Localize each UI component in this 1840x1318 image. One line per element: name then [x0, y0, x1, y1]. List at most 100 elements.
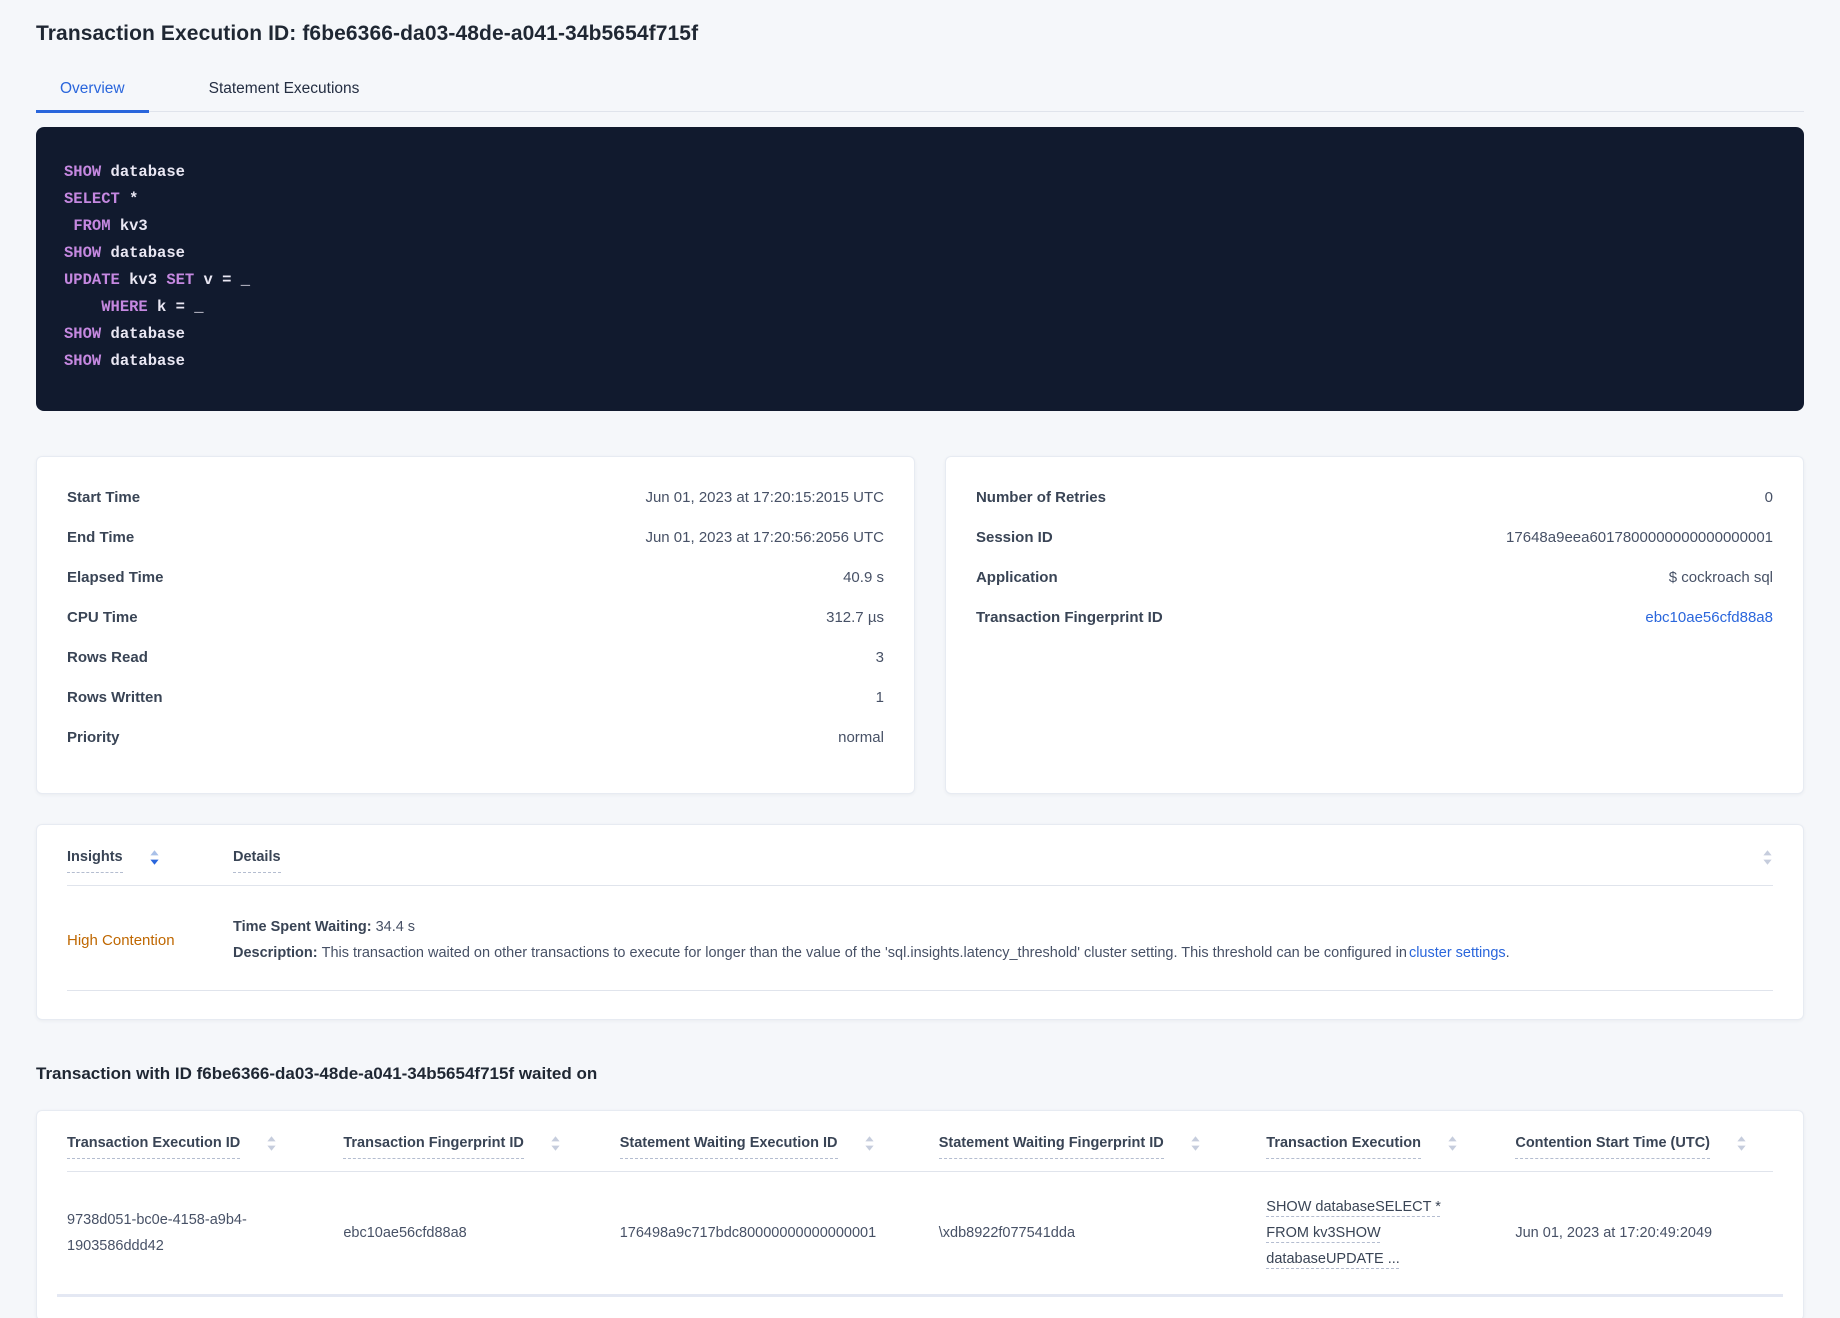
- summary-row: CPU Time 312.7 µs: [67, 609, 884, 649]
- sql-statements-box: SHOW database SELECT * FROM kv3 SHOW datab…: [36, 127, 1804, 411]
- summary-row: Session ID 17648a9eea60178000000000000000…: [976, 529, 1773, 569]
- summary-label: Number of Retries: [975, 489, 1106, 506]
- sort-icon[interactable]: [1190, 1135, 1201, 1152]
- summary-value: normal: [838, 729, 884, 746]
- summary-row: Application $ cockroach sql: [976, 569, 1773, 609]
- summary-row: Start Time Jun 01, 2023 at 17:20:15:2015 …: [67, 489, 884, 529]
- summary-label: Start Time: [67, 489, 141, 506]
- sort-icon[interactable]: [1447, 1135, 1458, 1152]
- high-contention-label: High Contention: [67, 931, 175, 949]
- tab-bar: Overview Statement Executions: [36, 80, 1804, 113]
- column-header-label[interactable]: Contention Start Time (UTC): [1515, 1135, 1711, 1159]
- summary-label: Rows Read: [67, 649, 148, 666]
- transaction-fingerprint-id-cell: ebc10ae56cfd88a8: [343, 1225, 467, 1241]
- details-column-label[interactable]: Details: [233, 849, 281, 873]
- cluster-settings-link[interactable]: cluster settings: [1409, 945, 1506, 961]
- insight-details-cell: Time Spent Waiting: 34.4 s Description: Th…: [233, 914, 1773, 966]
- transaction-execution-link[interactable]: SHOW databaseSELECT * FROM kv3SHOW datab…: [1266, 1194, 1456, 1272]
- transaction-execution-id-cell: 9738d051-bc0e-4158-a9b4-1903586ddd42: [67, 1212, 247, 1254]
- page-title: Transaction Execution ID: f6be6366-da03-…: [36, 22, 699, 45]
- summary-label: Elapsed Time: [67, 569, 164, 586]
- column-header-transaction-execution-id[interactable]: Transaction Execution ID: [67, 1135, 343, 1159]
- summary-row: Transaction Fingerprint ID ebc10ae56cfd88…: [976, 609, 1773, 649]
- column-header-insights[interactable]: Insights: [67, 849, 233, 873]
- column-header-label[interactable]: Transaction Execution: [1266, 1135, 1421, 1159]
- tab-overview[interactable]: Overview: [36, 80, 149, 113]
- waited-on-table-header: Transaction Execution ID Transaction Fing…: [67, 1135, 1773, 1172]
- transaction-execution-cell: SHOW databaseSELECT * FROM kv3SHOW datab…: [1266, 1194, 1515, 1272]
- sort-icon[interactable]: [266, 1135, 277, 1152]
- summary-row: Priority normal: [67, 729, 884, 769]
- sort-icon[interactable]: [550, 1135, 561, 1152]
- insights-column-label[interactable]: Insights: [67, 849, 123, 873]
- summary-label: CPU Time: [67, 609, 138, 626]
- summary-row: End Time Jun 01, 2023 at 17:20:56:2056 UT…: [67, 529, 884, 569]
- sort-icon[interactable]: [149, 849, 160, 866]
- sql-line: SHOW database: [64, 163, 185, 181]
- statement-waiting-fingerprint-id-cell: \xdb8922f077541dda: [938, 1225, 1076, 1241]
- column-header-details[interactable]: Details: [233, 849, 1736, 873]
- sql-line: UPDATE kv3 SET v = _: [64, 271, 251, 289]
- summary-value: Jun 01, 2023 at 17:20:15:2015 UTC: [645, 489, 884, 506]
- column-header-label[interactable]: Statement Waiting Execution ID: [619, 1135, 838, 1159]
- transaction-fingerprint-id-link[interactable]: ebc10ae56cfd88a8: [1645, 609, 1773, 626]
- column-header-transaction-fingerprint-id[interactable]: Transaction Fingerprint ID: [343, 1135, 619, 1159]
- sort-icon[interactable]: [864, 1135, 875, 1152]
- summary-value: $ cockroach sql: [1668, 569, 1773, 586]
- waited-on-heading: Transaction with ID f6be6366-da03-48de-a…: [36, 1064, 598, 1083]
- time-spent-waiting-line: Time Spent Waiting: 34.4 s: [233, 914, 1757, 940]
- description-line: Description: This transaction waited on o…: [233, 940, 1757, 966]
- sql-line: SHOW database: [64, 244, 185, 262]
- insight-type-cell: High Contention: [67, 914, 233, 966]
- statement-waiting-execution-id-cell: 176498a9c717bdc80000000000000001: [619, 1225, 877, 1241]
- summary-value: 17648a9eea6017800000000000000001: [1506, 529, 1773, 546]
- insights-table-header: Insights Details: [67, 849, 1773, 886]
- summary-value: 40.9 s: [843, 569, 884, 586]
- summary-label: Rows Written: [67, 689, 163, 706]
- column-header-label[interactable]: Transaction Fingerprint ID: [343, 1135, 524, 1159]
- column-header-statement-waiting-execution-id[interactable]: Statement Waiting Execution ID: [619, 1135, 939, 1159]
- summary-value: 1: [875, 689, 884, 706]
- sql-line: WHERE k = _: [101, 298, 204, 316]
- waited-on-table: Transaction Execution ID Transaction Fing…: [36, 1110, 1804, 1318]
- description-text: This transaction waited on other transac…: [321, 945, 1407, 961]
- sql-line: SHOW database: [64, 325, 185, 343]
- summary-label: Transaction Fingerprint ID: [975, 609, 1163, 626]
- column-header-transaction-execution[interactable]: Transaction Execution: [1266, 1135, 1515, 1159]
- description-label: Description:: [233, 945, 318, 961]
- column-header-label[interactable]: Transaction Execution ID: [67, 1135, 241, 1159]
- summary-value: 0: [1764, 489, 1773, 506]
- sort-icon[interactable]: [1762, 849, 1773, 866]
- summary-value: Jun 01, 2023 at 17:20:56:2056 UTC: [645, 529, 884, 546]
- summary-label: End Time: [67, 529, 135, 546]
- summary-row: Rows Read 3: [67, 649, 884, 689]
- sql-line: SHOW database: [64, 352, 185, 370]
- sort-icon[interactable]: [1736, 1135, 1747, 1152]
- time-spent-waiting-label: Time Spent Waiting:: [233, 919, 372, 935]
- summary-value: 312.7 µs: [826, 609, 884, 626]
- time-spent-waiting-value: 34.4 s: [375, 919, 416, 935]
- column-header-label[interactable]: Statement Waiting Fingerprint ID: [938, 1135, 1164, 1159]
- tab-statement-executions[interactable]: Statement Executions: [185, 80, 384, 111]
- summary-label: Priority: [67, 729, 120, 746]
- insight-row: High Contention Time Spent Waiting: 34.4 …: [67, 886, 1773, 991]
- summary-section: Start Time Jun 01, 2023 at 17:20:15:2015 …: [36, 456, 1804, 794]
- description-period: .: [1505, 945, 1510, 961]
- insights-table: Insights Details High Contention Time Sp…: [36, 824, 1804, 1020]
- sql-line: SELECT *: [64, 190, 139, 208]
- summary-row: Elapsed Time 40.9 s: [67, 569, 884, 609]
- column-header-contention-start-time-utc[interactable]: Contention Start Time (UTC): [1515, 1135, 1773, 1159]
- summary-card-right: Number of Retries 0 Session ID 17648a9eea60…: [944, 456, 1804, 794]
- summary-card-left: Start Time Jun 01, 2023 at 17:20:15:2015 …: [36, 456, 915, 794]
- summary-row: Number of Retries 0: [976, 489, 1773, 529]
- summary-label: Session ID: [975, 529, 1053, 546]
- summary-label: Application: [975, 569, 1058, 586]
- column-header-statement-waiting-fingerprint-id[interactable]: Statement Waiting Fingerprint ID: [938, 1135, 1267, 1159]
- summary-value: 3: [875, 649, 884, 666]
- transaction-details-page: Transaction Execution ID: f6be6366-da03-…: [0, 22, 1840, 1318]
- table-row: 9738d051-bc0e-4158-a9b4-1903586ddd42 ebc…: [67, 1172, 1773, 1294]
- table-footer-spacer: [67, 1297, 1773, 1318]
- contention-start-time-cell: Jun 01, 2023 at 17:20:49:2049: [1515, 1225, 1713, 1241]
- sql-line: FROM kv3: [73, 217, 148, 235]
- summary-row: Rows Written 1: [67, 689, 884, 729]
